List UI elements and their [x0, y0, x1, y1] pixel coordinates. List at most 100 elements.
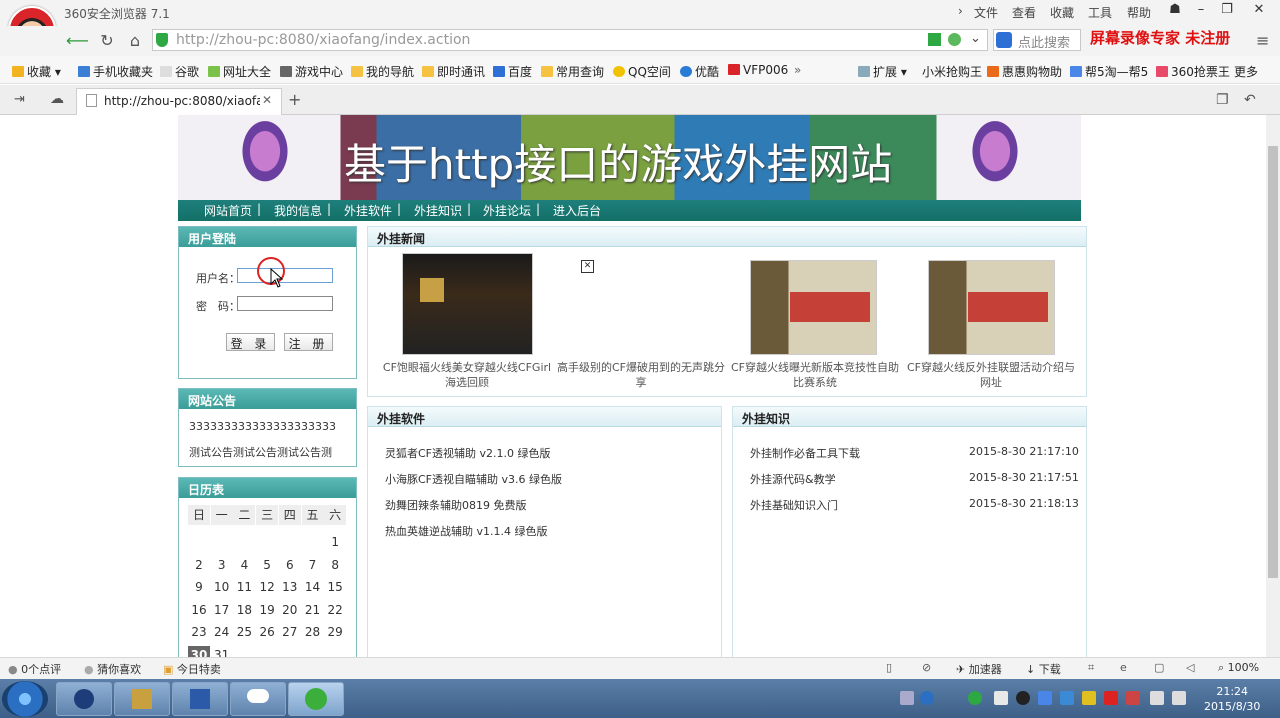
window-icon[interactable]: ▢ [1154, 661, 1164, 674]
restore-tab-icon[interactable]: ❐ [1216, 92, 1229, 108]
chevron-right-icon[interactable]: › [958, 4, 963, 18]
bookmark-item[interactable]: 360抢票王 [1156, 63, 1230, 80]
nav-my-info[interactable]: 我的信息 [274, 202, 322, 219]
cloud-icon[interactable]: ☁ [50, 91, 64, 107]
tray-icon[interactable] [1060, 691, 1074, 705]
dropdown-icon[interactable]: ⌄ [970, 31, 981, 46]
back-icon[interactable]: ⟵ [66, 31, 89, 51]
help-icon[interactable] [920, 691, 934, 705]
qq-icon[interactable] [1016, 691, 1030, 705]
calendar-day[interactable]: 6 [279, 556, 301, 574]
news-caption[interactable]: CF饱眼福火线美女穿越火线CFGirl海选回顾 [378, 360, 556, 390]
network-icon[interactable] [968, 691, 982, 705]
zoom-status[interactable]: ⌕ 100% [1218, 661, 1259, 675]
guess-like-status[interactable]: ● 猜你喜欢 [84, 661, 141, 677]
home-icon[interactable]: ⌂ [124, 31, 146, 51]
bookmark-item[interactable]: 网址大全 [208, 63, 271, 80]
skin-icon[interactable]: ☗ [1164, 2, 1186, 22]
menu-favorites[interactable]: 收藏 [1050, 4, 1074, 21]
daily-deal-status[interactable]: ▣ 今日特卖 [163, 661, 221, 677]
refresh-icon[interactable]: ↻ [96, 31, 118, 51]
calendar-day[interactable]: 2 [188, 556, 210, 574]
bookmark-item[interactable]: 游戏中心 [280, 63, 343, 80]
calendar-day[interactable]: 19 [256, 601, 278, 619]
knowledge-item[interactable]: 外挂基础知识入门 [750, 497, 838, 513]
calendar-day[interactable]: 23 [188, 623, 210, 641]
bookmark-item[interactable]: 谷歌 [160, 63, 199, 80]
nav-home[interactable]: 网站首页 [204, 202, 252, 219]
news-caption[interactable]: CF穿越火线曝光新版本竞技性自助比赛系统 [726, 360, 904, 390]
nav-admin[interactable]: 进入后台 [553, 202, 601, 219]
taskbar-clock[interactable]: 21:24 2015/8/30 [1204, 684, 1260, 714]
bookmark-item[interactable]: VFP006 [728, 63, 788, 77]
bookmark-item[interactable]: 收藏 ▾ [12, 63, 61, 80]
calendar-day[interactable]: 14 [302, 578, 324, 596]
calendar-day[interactable]: 12 [256, 578, 278, 596]
bookmark-item[interactable]: 扩展 ▾ [858, 63, 907, 80]
qr-icon[interactable] [928, 33, 941, 46]
url-text[interactable]: http://zhou-pc:8080/xiaofang/index.actio… [176, 32, 470, 48]
maximize-button[interactable]: ❐ [1216, 2, 1238, 22]
username-input[interactable] [237, 268, 333, 283]
menu-view[interactable]: 查看 [1012, 4, 1036, 21]
calendar-day[interactable]: 22 [324, 601, 346, 619]
bookmark-item[interactable]: QQ空间 [613, 63, 671, 80]
nav-forum[interactable]: 外挂论坛 [483, 202, 531, 219]
signal-icon[interactable] [1150, 691, 1164, 705]
calendar-day[interactable]: 29 [324, 623, 346, 641]
close-button[interactable]: ✕ [1248, 2, 1270, 22]
news-caption[interactable]: 高手级别的CF爆破用到的无声跳分享 [556, 360, 726, 390]
calendar-day[interactable]: 26 [256, 623, 278, 641]
tray-icon[interactable] [1126, 691, 1140, 705]
calendar-day[interactable]: 16 [188, 601, 210, 619]
software-item[interactable]: 小海豚CF透视自瞄辅助 v3.6 绿色版 [385, 471, 562, 487]
news-caption[interactable]: CF穿越火线反外挂联盟活动介绍与网址 [904, 360, 1078, 390]
calendar-day[interactable]: 9 [188, 578, 210, 596]
bookmark-item[interactable]: 手机收藏夹 [78, 63, 153, 80]
calendar-day[interactable]: 4 [233, 556, 255, 574]
calendar-day[interactable]: 20 [279, 601, 301, 619]
calendar-day[interactable]: 17 [211, 601, 233, 619]
menu-help[interactable]: 帮助 [1127, 4, 1151, 21]
calendar-day[interactable]: 8 [324, 556, 346, 574]
start-button[interactable] [2, 681, 48, 717]
password-input[interactable] [237, 296, 333, 311]
news-image[interactable] [402, 253, 533, 355]
ie-icon[interactable]: e [1120, 661, 1127, 674]
software-item[interactable]: 劲舞团辣条辅助0819 免费版 [385, 497, 527, 513]
tray-icon[interactable] [994, 691, 1008, 705]
calendar-day[interactable]: 1 [324, 533, 346, 551]
menu-file[interactable]: 文件 [974, 4, 998, 21]
calendar-day[interactable]: 27 [279, 623, 301, 641]
volume-icon[interactable] [1172, 691, 1186, 705]
bookmark-item[interactable]: 小米抢购王 [922, 63, 982, 80]
calendar-day[interactable]: 3 [211, 556, 233, 574]
accelerator-status[interactable]: ✈ 加速器 [956, 661, 1002, 677]
calendar-day[interactable]: 10 [211, 578, 233, 596]
bookmark-item[interactable]: 更多 [1234, 63, 1258, 80]
calendar-day[interactable]: 7 [302, 556, 324, 574]
taskbar-app-eclipse[interactable] [56, 682, 112, 716]
notice-line[interactable]: 测试公告测试公告测试公告测 [189, 444, 332, 460]
download-status[interactable]: ↓ 下载 [1026, 661, 1061, 677]
sound-icon[interactable]: ◁ [1186, 661, 1194, 674]
bookmark-item[interactable]: 常用查询 [541, 63, 604, 80]
menu-tools[interactable]: 工具 [1088, 4, 1112, 21]
taskbar-app-browser[interactable] [288, 682, 344, 716]
bookmark-item[interactable]: 百度 [493, 63, 532, 80]
nav-software[interactable]: 外挂软件 [344, 202, 392, 219]
taskbar-app-word[interactable] [172, 682, 228, 716]
comments-status[interactable]: ● 0个点评 [8, 661, 61, 677]
taskbar-app-tool[interactable] [114, 682, 170, 716]
calendar-day[interactable]: 21 [302, 601, 324, 619]
knowledge-item[interactable]: 外挂制作必备工具下载 [750, 445, 860, 461]
bookmark-item[interactable]: 即时通讯 [422, 63, 485, 80]
calendar-day[interactable]: 11 [233, 578, 255, 596]
new-tab-icon[interactable]: + [288, 90, 301, 109]
calendar-day[interactable]: 13 [279, 578, 301, 596]
calendar-day[interactable]: 30 [188, 645, 210, 657]
sidebar-toggle-icon[interactable]: ⇥ [14, 92, 25, 107]
notice-line[interactable]: 333333333333333333333 [189, 420, 336, 433]
tray-icon[interactable] [1082, 691, 1096, 705]
windows-icon[interactable] [1038, 691, 1052, 705]
